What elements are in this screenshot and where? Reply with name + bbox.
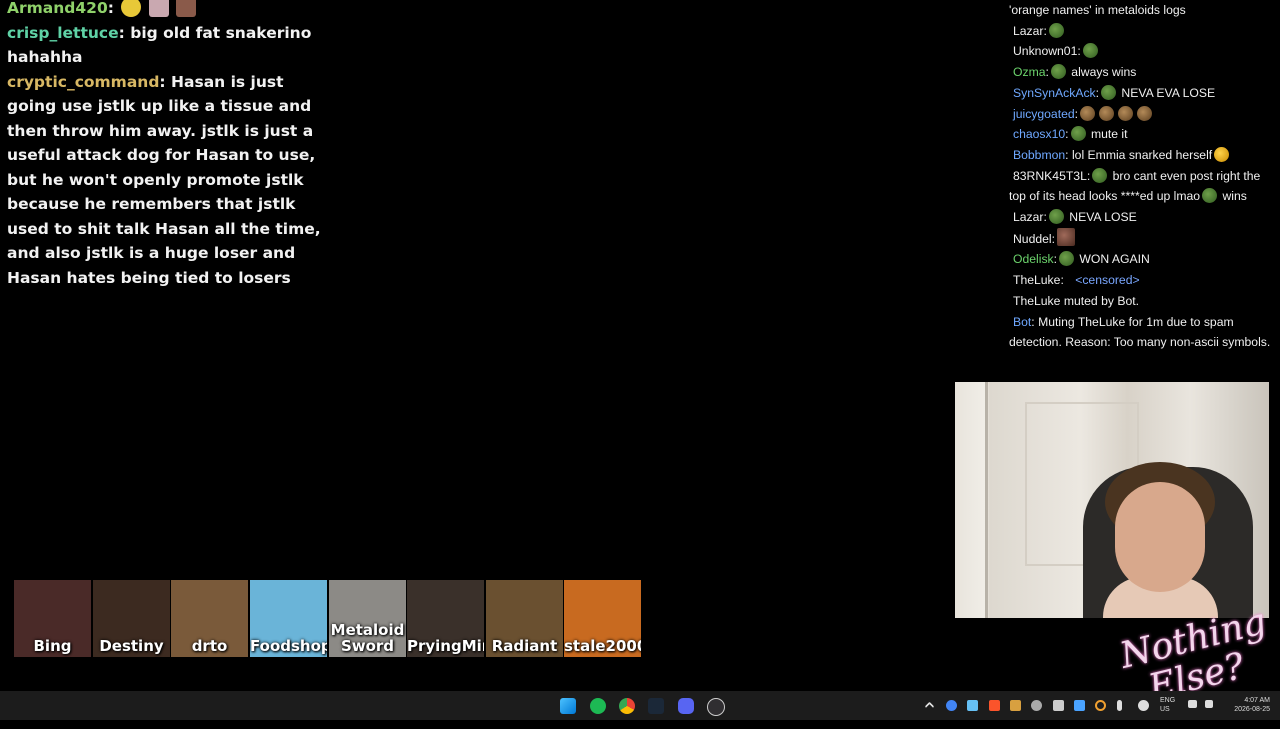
participant-card: PryingMind <box>407 580 484 657</box>
chat-message: cryptic_command: Hasan is just going use… <box>7 72 321 287</box>
chat-username: Lazar <box>1013 23 1044 38</box>
chat-text: lol Emmia snarked herself <box>1071 147 1213 162</box>
tray-app-icon[interactable] <box>967 700 978 711</box>
tray-app-icon[interactable] <box>1074 700 1085 711</box>
chat-line: Ozma: always wins <box>1013 64 1137 80</box>
emote-icon <box>1059 251 1075 267</box>
participant-card: Radiant <box>486 580 563 657</box>
windows-start-icon[interactable] <box>560 698 576 714</box>
chat-username: Ozma <box>1013 65 1046 80</box>
emote-icon <box>1070 126 1086 142</box>
chat-username: juicygoated <box>1013 106 1075 121</box>
chat-text: WON AGAIN <box>1079 252 1150 267</box>
tray-app-icon[interactable] <box>946 700 957 711</box>
language-indicator[interactable]: ENG US <box>1160 696 1175 714</box>
emote-icon <box>148 0 169 17</box>
chat-username: Bobbmon <box>1013 147 1066 162</box>
chat-text: wins <box>1222 189 1247 204</box>
participant-card: Destiny <box>93 580 170 657</box>
participant-card: Foodshops <box>250 580 327 657</box>
chat-text: Hasan is just going use jstlk up like a … <box>7 72 321 287</box>
participant-card: Metaloid Sword <box>329 580 406 657</box>
chat-line: Nuddel: <box>1009 227 1271 250</box>
chat-text: NEVA EVA LOSE <box>1121 85 1216 100</box>
tray-app-icon[interactable] <box>1031 700 1042 711</box>
emote-icon <box>1101 84 1117 100</box>
emote-icon <box>121 0 142 17</box>
chat-line: Unknown01: <box>1009 41 1271 62</box>
chat-line: juicygoated: <box>1009 104 1271 125</box>
chat-username: crisp_lettuce <box>7 23 119 42</box>
emote-icon <box>1092 167 1108 183</box>
chat-line: TheLuke: <censored> <box>1013 273 1140 288</box>
chrome-icon[interactable] <box>619 698 635 714</box>
chat-username: Unknown01 <box>1013 44 1078 59</box>
tray-app-icon[interactable] <box>1010 700 1021 711</box>
chat-message: Armand420: <box>7 0 327 21</box>
network-icon[interactable] <box>1188 700 1197 708</box>
chat-username: TheLuke <box>1013 273 1061 288</box>
chat-text: always wins <box>1071 65 1137 80</box>
chat-username: Armand420 <box>7 0 108 17</box>
chat-line: Bobbmon: lol Emmia snarked herself <box>1009 145 1271 166</box>
tray-app-icon[interactable] <box>989 700 1000 711</box>
webcam-feed <box>955 382 1269 618</box>
chat-username: Lazar <box>1013 210 1044 225</box>
emote-icon <box>1099 105 1115 121</box>
right-chat-overlay: 'orange names' in metaloids logs Lazar: … <box>1009 0 1271 353</box>
chat-text: Muting TheLuke for 1m due to spam detect… <box>1009 314 1271 350</box>
left-chat-overlay: Armand420: crisp_lettuce: big old fat sn… <box>7 0 327 290</box>
chat-username: Odelisk <box>1013 252 1054 267</box>
chat-text: mute it <box>1090 127 1128 142</box>
tray-app-icon[interactable] <box>1053 700 1064 711</box>
chat-line: 'orange names' in metaloids logs <box>1009 3 1186 17</box>
chevron-up-icon[interactable] <box>924 701 935 712</box>
emote-icon <box>1214 146 1230 162</box>
chat-username: Bot <box>1013 314 1032 329</box>
chat-line: Bot: Muting TheLuke for 1m due to spam d… <box>1009 314 1271 350</box>
emote-icon <box>1082 43 1098 59</box>
microphone-icon[interactable] <box>1117 700 1122 711</box>
tray-app-icon[interactable] <box>1138 700 1149 711</box>
chat-line: Lazar: <box>1009 21 1271 42</box>
emote-icon <box>1048 22 1064 38</box>
participant-card: Bing <box>14 580 91 657</box>
chat-line: TheLuke muted by Bot. <box>1013 293 1140 308</box>
emote-icon <box>1050 64 1066 80</box>
chat-username: 83RNK45T3L <box>1013 168 1087 183</box>
obs-icon[interactable] <box>707 698 725 716</box>
emote-icon <box>1057 227 1076 246</box>
emote-icon <box>1118 105 1134 121</box>
chat-line: Odelisk: WON AGAIN <box>1013 251 1150 267</box>
participant-card: drto <box>171 580 248 657</box>
volume-icon[interactable] <box>1205 700 1213 708</box>
chat-message: crisp_lettuce: big old fat snakerino hah… <box>7 23 312 67</box>
chat-line: chaosx10: mute it <box>1013 126 1128 142</box>
chat-username: SynSynAckAck <box>1013 85 1096 100</box>
emote-icon <box>1202 188 1218 204</box>
search-icon[interactable] <box>1095 700 1106 711</box>
taskbar: ENG US 4:07 AM 2026-08-25 <box>0 691 1280 720</box>
emote-icon <box>1137 105 1153 121</box>
discord-icon[interactable] <box>678 698 694 714</box>
system-clock[interactable]: 4:07 AM 2026-08-25 <box>1226 696 1270 714</box>
emote-icon <box>1048 209 1064 225</box>
chat-username: Nuddel <box>1013 231 1052 246</box>
emote-icon <box>176 0 197 17</box>
chat-line: 83RNK45T3L: bro cant even post right the… <box>1009 167 1261 204</box>
censored-text: <censored> <box>1075 273 1140 288</box>
spotify-icon[interactable] <box>590 698 606 714</box>
steam-icon[interactable] <box>648 698 664 714</box>
chat-text: NEVA LOSE <box>1069 210 1137 225</box>
chat-line: Lazar: NEVA LOSE <box>1013 209 1137 225</box>
chat-username: chaosx10 <box>1013 127 1066 142</box>
emote-icon <box>1080 105 1096 121</box>
chat-username: cryptic_command <box>7 72 160 91</box>
chat-line: SynSynAckAck: NEVA EVA LOSE <box>1013 84 1216 100</box>
debate-participants: Bing Destiny drto Foodshops Metaloid Swo… <box>14 580 644 657</box>
participant-card: stale2000 <box>564 580 641 657</box>
